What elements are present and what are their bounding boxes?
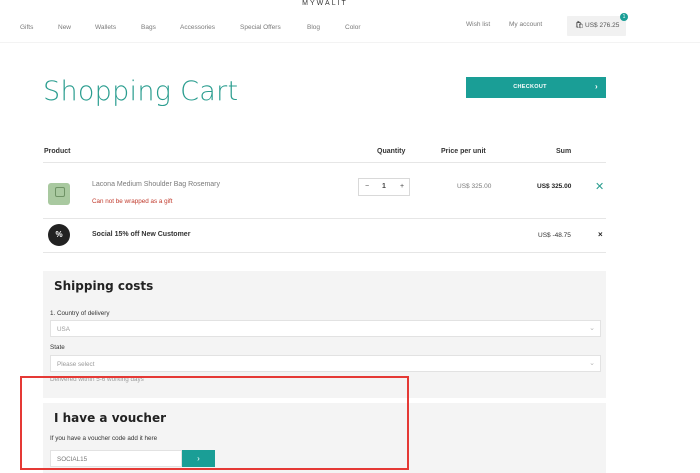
page-title: Shopping Cart — [43, 76, 239, 107]
chevron-right-icon: › — [595, 82, 598, 91]
wishlist-link[interactable]: Wish list — [466, 21, 490, 28]
voucher-code-input[interactable]: SOCIAL15 — [50, 450, 182, 467]
percent-icon: % — [48, 224, 70, 246]
nav-item-wallets[interactable]: Wallets — [95, 24, 116, 31]
quantity-increase-button[interactable]: + — [400, 183, 404, 190]
state-select[interactable]: Please select ⌄ — [50, 355, 601, 372]
quantity-decrease-button[interactable]: − — [365, 183, 369, 190]
voucher-code-value: SOCIAL15 — [57, 456, 88, 463]
cart-button[interactable]: 🛍 US$ 276.25 1 — [567, 13, 628, 36]
product-name[interactable]: Lacona Medium Shoulder Bag Rosemary — [92, 181, 220, 188]
voucher-title: I have a voucher — [54, 411, 167, 425]
product-thumbnail[interactable] — [48, 183, 70, 205]
nav-item-color[interactable]: Color — [345, 24, 361, 31]
nav-item-special-offers[interactable]: Special Offers — [240, 24, 281, 31]
product-gift-note: Can not be wrapped as a gift — [92, 198, 173, 205]
cart-count-badge: 1 — [620, 13, 628, 21]
shopping-bag-icon: 🛍 — [575, 22, 584, 29]
apply-voucher-button[interactable]: › — [182, 450, 215, 467]
close-icon[interactable]: ✕ — [595, 180, 604, 193]
nav-item-accessories[interactable]: Accessories — [180, 24, 215, 31]
quantity-value[interactable]: 1 — [382, 183, 386, 190]
unit-price: US$ 325.00 — [457, 183, 492, 190]
discount-amount: US$ -48.75 — [538, 232, 571, 239]
checkout-button[interactable]: CHECKOUT › — [466, 77, 606, 98]
remove-discount-icon[interactable]: × — [598, 230, 603, 239]
cart-total: US$ 276.25 — [585, 22, 620, 29]
column-header-sum: Sum — [556, 148, 572, 155]
chevron-down-icon: ⌄ — [589, 325, 595, 332]
account-link[interactable]: My account — [509, 21, 542, 28]
table-divider — [43, 218, 606, 219]
country-select[interactable]: USA ⌄ — [50, 320, 601, 337]
voucher-label: If you have a voucher code add it here — [50, 435, 158, 442]
nav-item-bags[interactable]: Bags — [141, 24, 156, 31]
table-divider — [43, 252, 606, 253]
nav-divider — [0, 42, 700, 43]
delivery-note: Delivered within 5-6 working days — [50, 376, 144, 383]
nav-item-new[interactable]: New — [58, 24, 71, 31]
nav-item-blog[interactable]: Blog — [307, 24, 320, 31]
brand-logo[interactable]: MYWALIT — [0, 0, 650, 7]
column-header-product: Product — [44, 148, 71, 155]
chevron-down-icon: ⌄ — [589, 360, 595, 367]
quantity-stepper: − 1 + — [358, 178, 410, 196]
shipping-title: Shipping costs — [54, 279, 154, 293]
checkout-label: CHECKOUT — [513, 84, 547, 90]
table-divider — [43, 162, 606, 163]
discount-name: Social 15% off New Customer — [92, 231, 191, 238]
state-placeholder: Please select — [57, 361, 95, 368]
nav-item-gifts[interactable]: Gifts — [20, 24, 33, 31]
country-label: 1. Country of delivery — [50, 310, 110, 317]
state-label: State — [50, 344, 65, 351]
column-header-price: Price per unit — [441, 148, 486, 155]
country-value: USA — [57, 326, 70, 333]
column-header-quantity: Quantity — [377, 148, 406, 155]
line-sum: US$ 325.00 — [537, 183, 572, 190]
